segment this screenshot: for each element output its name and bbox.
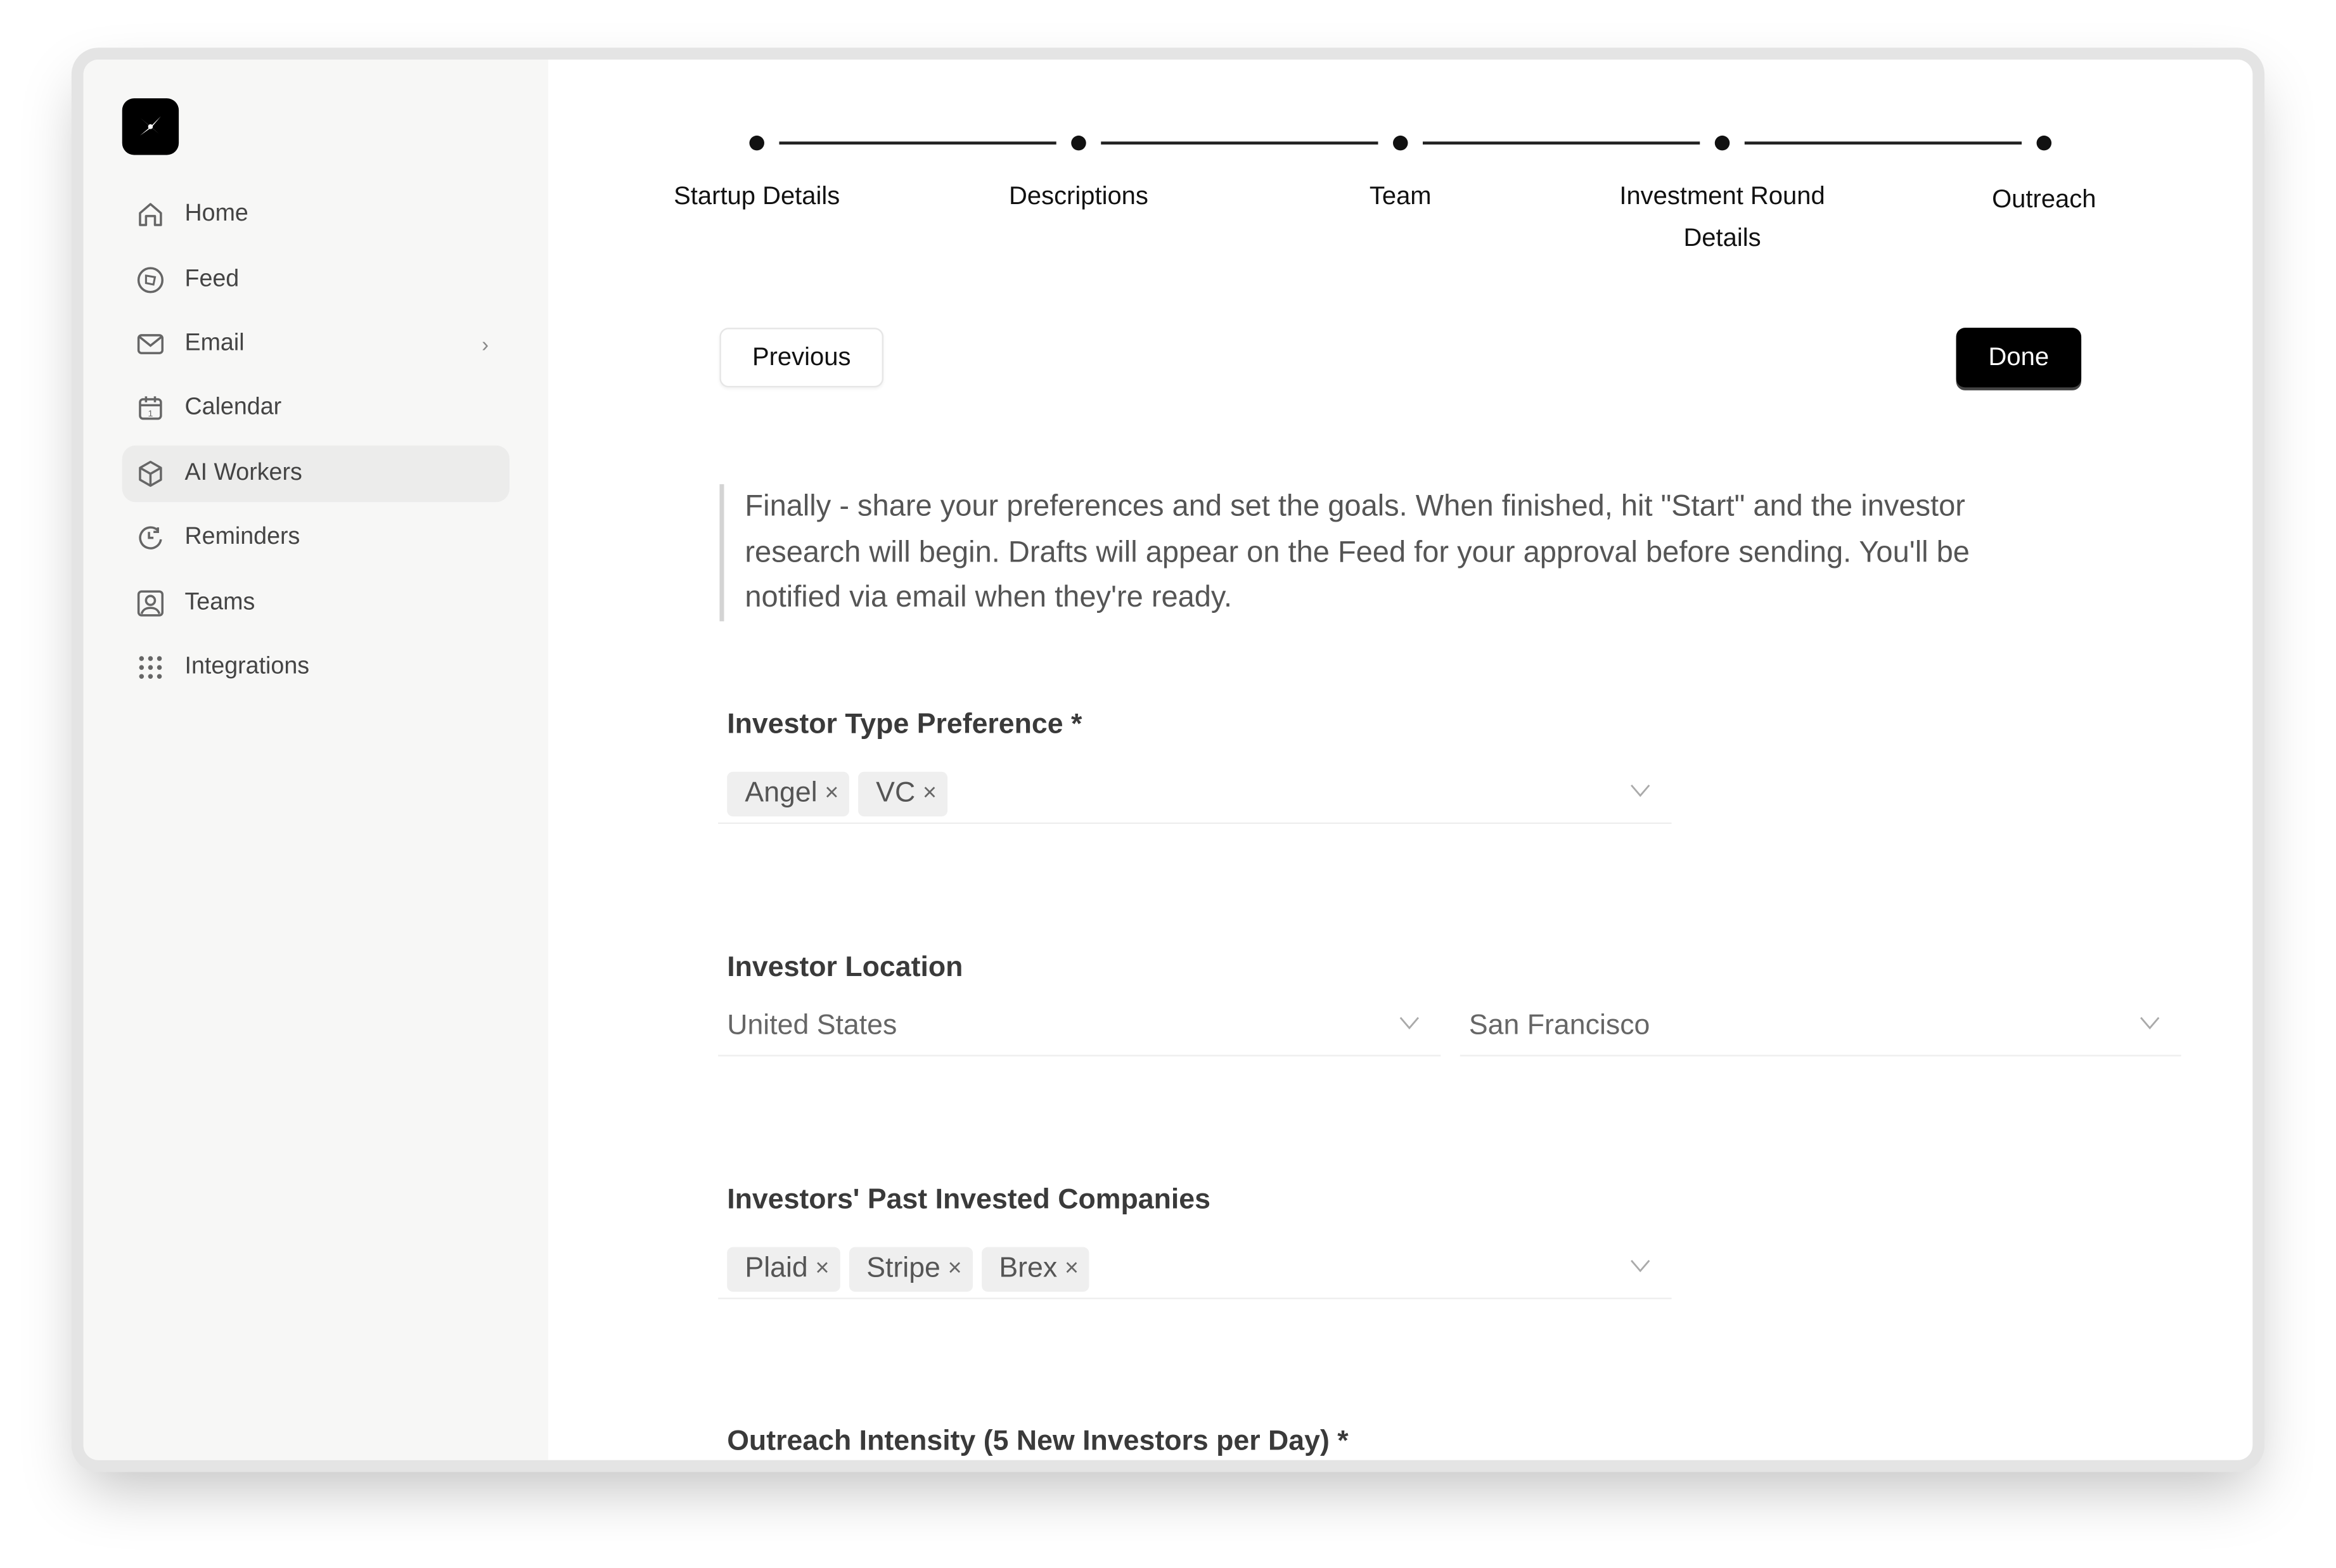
step-dot[interactable] [1714, 135, 1730, 151]
tag-label: Angel [745, 776, 818, 809]
step-dot[interactable] [749, 135, 764, 151]
calendar-icon: 1 [139, 396, 162, 420]
compass-icon [137, 267, 164, 293]
app-logo[interactable] [122, 98, 179, 155]
step-connector [1101, 141, 1378, 144]
remove-tag-icon[interactable]: × [1065, 1256, 1079, 1282]
sidebar-item-label: Calendar [184, 394, 282, 420]
sidebar-item-home[interactable]: Home [122, 186, 510, 243]
app-window: Home Feed Email › 1 Calendar AI Workers Reminde… [83, 60, 2253, 1460]
user-square-icon [137, 590, 164, 617]
country-value: United States [727, 1009, 897, 1041]
investor-type-multiselect[interactable]: Angel × VC × [718, 764, 1672, 824]
sparkle-x-icon [139, 116, 161, 136]
sidebar-item-label: AI Workers [184, 460, 302, 486]
sidebar-item-ai-workers[interactable]: AI Workers [122, 445, 510, 503]
sidebar-item-label: Integrations [184, 654, 310, 679]
investor-type-label: Investor Type Preference * [727, 709, 1082, 741]
step-label[interactable]: Team [1252, 176, 1550, 217]
step-connector [1423, 141, 1700, 144]
step-label[interactable]: Startup Details [608, 176, 906, 217]
clock-icon [139, 526, 162, 549]
step-label[interactable]: Outreach [1895, 179, 2193, 221]
intro-text: Finally - share your preferences and set… [719, 484, 2031, 621]
home-icon [139, 203, 162, 226]
sidebar-item-label: Feed [184, 266, 240, 292]
cube-icon [139, 460, 162, 487]
chevron-down-icon [2140, 1017, 2160, 1030]
remove-tag-icon[interactable]: × [948, 1256, 962, 1282]
tag-chip: VC × [857, 771, 947, 816]
tag-label: Brex [999, 1252, 1058, 1284]
tag-label: Stripe [866, 1252, 940, 1284]
tag-label: Plaid [745, 1252, 808, 1284]
sidebar-item-label: Teams [184, 589, 255, 615]
chevron-down-icon[interactable] [1630, 1254, 1651, 1275]
sidebar-item-label: Email [184, 330, 245, 356]
svg-text:1: 1 [148, 408, 153, 418]
mail-icon [137, 334, 164, 354]
sidebar-item-email[interactable]: Email › [122, 316, 510, 372]
country-select[interactable]: United States [718, 997, 1441, 1057]
remove-tag-icon[interactable]: × [825, 780, 838, 807]
past-companies-label: Investors' Past Invested Companies [727, 1184, 1210, 1216]
previous-button[interactable]: Previous [719, 328, 884, 388]
step-dot[interactable] [1392, 135, 1408, 151]
grid-dots-icon [139, 656, 162, 679]
remove-tag-icon[interactable]: × [815, 1256, 829, 1282]
chevron-down-icon [1399, 1017, 1420, 1030]
chevron-right-icon[interactable]: › [482, 332, 489, 356]
remove-tag-icon[interactable]: × [923, 780, 937, 807]
main-content: Startup Details Descriptions Team Investmen… [548, 60, 2252, 1460]
tag-chip: Brex × [981, 1246, 1089, 1291]
sidebar-item-integrations[interactable]: Integrations [122, 639, 510, 695]
sidebar-item-feed[interactable]: Feed [122, 252, 510, 308]
step-label[interactable]: Investment Round Details [1596, 176, 1849, 259]
city-select[interactable]: San Francisco [1460, 997, 2181, 1057]
sidebar-item-label: Reminders [184, 524, 300, 550]
done-button[interactable]: Done [1956, 328, 2082, 388]
step-dot[interactable] [1071, 135, 1086, 151]
tag-label: VC [876, 776, 916, 809]
sidebar-item-calendar[interactable]: 1 Calendar [122, 380, 510, 436]
city-value: San Francisco [1468, 1009, 1650, 1041]
sidebar-item-label: Home [184, 201, 248, 227]
sidebar: Home Feed Email › 1 Calendar AI Workers Reminde… [83, 60, 549, 1460]
tag-chip: Stripe × [849, 1246, 973, 1291]
past-companies-multiselect[interactable]: Plaid × Stripe × Brex × [718, 1240, 1672, 1299]
step-dot[interactable] [2036, 135, 2052, 151]
step-connector [1744, 141, 2022, 144]
investor-location-label: Investor Location [727, 952, 963, 984]
tag-chip: Plaid × [727, 1246, 840, 1291]
step-connector [779, 141, 1056, 144]
step-label[interactable]: Descriptions [930, 176, 1228, 217]
chevron-down-icon[interactable] [1630, 779, 1651, 800]
sidebar-item-teams[interactable]: Teams [122, 575, 510, 631]
outreach-intensity-label: Outreach Intensity (5 New Investors per … [727, 1425, 1349, 1458]
sidebar-item-reminders[interactable]: Reminders [122, 510, 510, 566]
tag-chip: Angel × [727, 771, 849, 816]
